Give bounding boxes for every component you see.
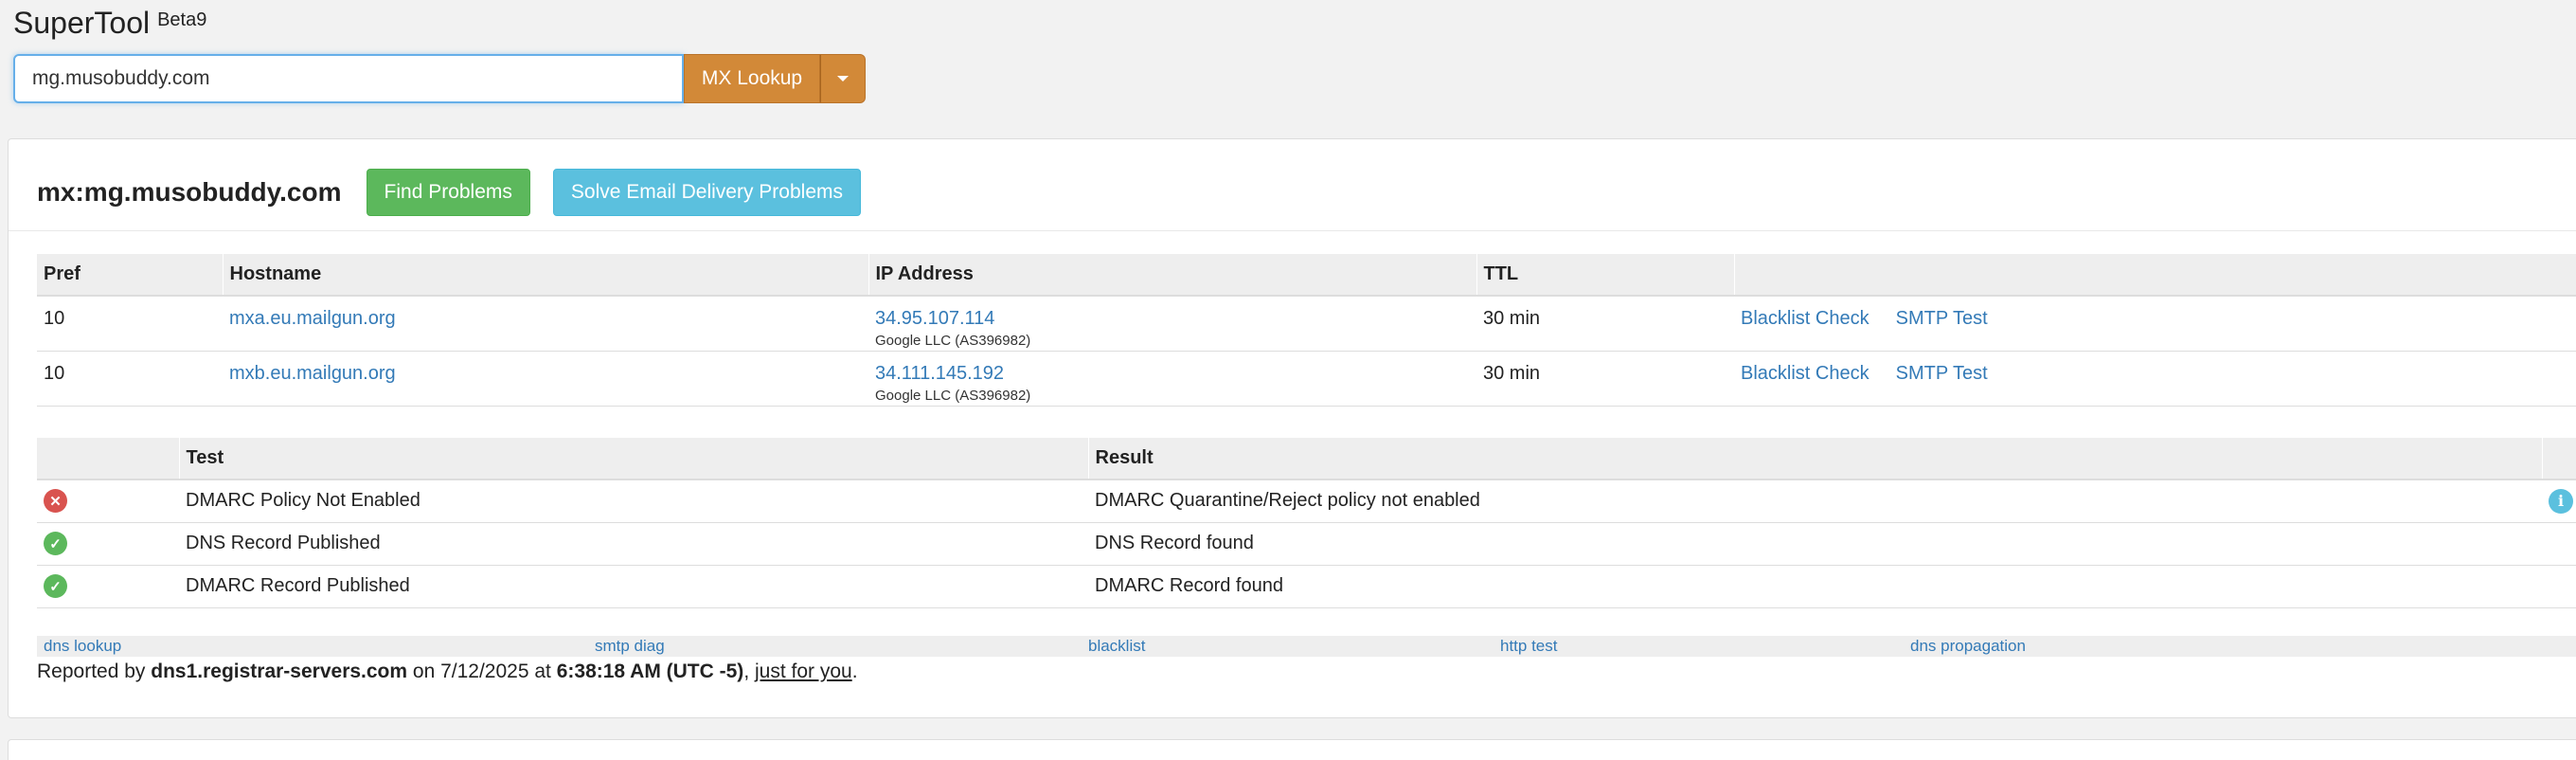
table-row: 10 mxb.eu.mailgun.org 34.111.145.192 Goog… xyxy=(37,350,2576,407)
table-row: ✓ DMARC Record Published DMARC Record fo… xyxy=(37,564,2576,608)
check-circle-icon: ✓ xyxy=(44,532,67,555)
table-row: ✕ DMARC Policy Not Enabled DMARC Quarant… xyxy=(37,479,2576,522)
reported-prefix: Reported by xyxy=(37,660,146,682)
blacklist-check-link[interactable]: Blacklist Check xyxy=(1741,363,1869,384)
table-row: 10 mxa.eu.mailgun.org 34.95.107.114 Googl… xyxy=(37,295,2576,351)
footer-links: dns lookup smtp diag blacklist http test… xyxy=(37,636,2576,657)
check-circle-icon: ✓ xyxy=(44,574,67,598)
pref-cell: 10 xyxy=(37,350,223,407)
ttl-cell: 30 min xyxy=(1476,295,1734,351)
pref-cell: 10 xyxy=(37,295,223,351)
reported-by: Reported by dns1.registrar-servers.com o… xyxy=(37,660,858,682)
report-date: on 7/12/2025 at xyxy=(412,660,551,682)
lookup-dropdown-toggle[interactable] xyxy=(820,54,866,103)
test-name: DNS Record Published xyxy=(179,521,1088,565)
secondary-panel xyxy=(8,739,2576,760)
divider xyxy=(9,230,2576,231)
mx-records-table: Pref Hostname IP Address TTL 10 mxa.eu.m… xyxy=(37,254,2576,407)
search-input[interactable] xyxy=(13,54,684,103)
ttl-cell: 30 min xyxy=(1476,350,1734,407)
info-icon[interactable]: i xyxy=(2549,488,2573,514)
result-title: mx:mg.musobuddy.com xyxy=(37,177,342,207)
solve-email-delivery-button[interactable]: Solve Email Delivery Problems xyxy=(552,169,861,216)
column-header xyxy=(37,438,180,480)
column-header xyxy=(1734,254,2576,297)
tests-table: Test Result ✕ DMARC Policy Not Enabled D… xyxy=(37,438,2576,608)
beta-label: Beta9 xyxy=(157,9,207,30)
ip-address-link[interactable]: 34.95.107.114 xyxy=(875,308,994,329)
results-panel: mx:mg.musobuddy.com Find Problems Solve … xyxy=(8,138,2576,718)
test-name: DMARC Record Published xyxy=(179,564,1088,608)
test-result: DNS Record found xyxy=(1088,521,2542,565)
column-header: Hostname xyxy=(223,254,869,297)
just-for-you-link[interactable]: just for you xyxy=(755,660,852,682)
blacklist-link[interactable]: blacklist xyxy=(1088,637,1145,656)
report-time: 6:38:18 AM (UTC -5) xyxy=(556,660,744,682)
ip-org: Google LLC (AS396982) xyxy=(875,333,1031,349)
mx-lookup-button[interactable]: MX Lookup xyxy=(684,54,820,103)
result-header: mx:mg.musobuddy.com Find Problems Solve … xyxy=(37,168,884,217)
test-result: DMARC Quarantine/Reject policy not enabl… xyxy=(1088,479,2542,522)
column-header: Pref xyxy=(37,254,224,297)
search-bar: MX Lookup xyxy=(13,54,866,103)
table-row: ✓ DNS Record Published DNS Record found xyxy=(37,521,2576,565)
column-header: Test xyxy=(179,438,1089,480)
app-name: SuperTool xyxy=(13,6,151,40)
app-title: SuperTool Beta9 xyxy=(13,6,206,41)
ip-address-link[interactable]: 34.111.145.192 xyxy=(875,363,1004,384)
find-problems-button[interactable]: Find Problems xyxy=(366,169,530,216)
ip-org: Google LLC (AS396982) xyxy=(875,387,1031,404)
column-header: TTL xyxy=(1476,254,1735,297)
period: . xyxy=(851,660,858,682)
http-test-link[interactable]: http test xyxy=(1500,637,1557,656)
smtp-test-link[interactable]: SMTP Test xyxy=(1896,308,1988,329)
smtp-diag-link[interactable]: smtp diag xyxy=(595,637,665,656)
column-header xyxy=(2542,438,2576,480)
column-header: Result xyxy=(1088,438,2543,480)
x-circle-icon: ✕ xyxy=(44,489,67,514)
test-name: DMARC Policy Not Enabled xyxy=(179,479,1088,522)
test-result: DMARC Record found xyxy=(1088,564,2542,608)
hostname-link[interactable]: mxb.eu.mailgun.org xyxy=(229,363,396,384)
column-header: IP Address xyxy=(868,254,1477,297)
dns-lookup-link[interactable]: dns lookup xyxy=(44,637,121,656)
reporting-server: dns1.registrar-servers.com xyxy=(151,660,408,682)
smtp-test-link[interactable]: SMTP Test xyxy=(1896,363,1988,384)
dns-propagation-link[interactable]: dns propagation xyxy=(1910,637,2026,656)
hostname-link[interactable]: mxa.eu.mailgun.org xyxy=(229,308,396,329)
chevron-down-icon xyxy=(837,76,849,81)
blacklist-check-link[interactable]: Blacklist Check xyxy=(1741,308,1869,329)
